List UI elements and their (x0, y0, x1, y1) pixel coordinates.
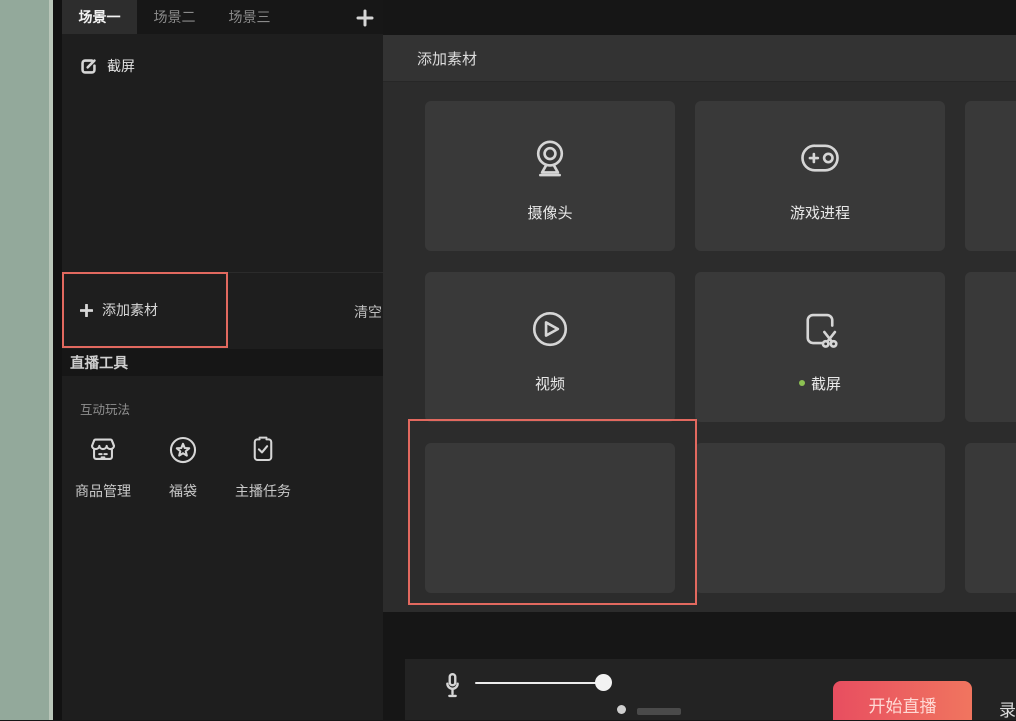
material-card-partial[interactable] (965, 443, 1016, 593)
camera-icon (522, 130, 578, 186)
source-item-capture[interactable]: 截屏 (80, 56, 135, 76)
live-control-bar: 开始直播 录 (405, 659, 1016, 720)
card-label: 截屏 (811, 373, 841, 394)
tool-label: 主播任务 (235, 481, 291, 501)
mic-volume-slider[interactable] (475, 682, 611, 684)
material-card-camera[interactable]: 摄像头 (425, 101, 675, 251)
card-label: 视频 (535, 373, 565, 394)
desktop-background-strip (0, 0, 52, 720)
plus-icon (356, 9, 374, 27)
interactive-tools-row: 商品管理 福袋 主播任务 (75, 428, 291, 501)
tool-anchor-tasks[interactable]: 主播任务 (235, 428, 291, 501)
material-card-game-process[interactable]: 游戏进程 (695, 101, 945, 251)
dialog-title: 添加素材 (383, 35, 1016, 82)
gamepad-icon (792, 130, 848, 186)
source-item-label: 截屏 (107, 56, 135, 76)
add-scene-button[interactable] (355, 8, 375, 28)
highlight-box-add-material (62, 272, 228, 348)
shop-icon (81, 428, 125, 472)
tool-label: 福袋 (169, 481, 197, 501)
live-tools-header-label: 直播工具 (70, 352, 128, 373)
live-tools-header: 直播工具 (62, 349, 383, 376)
scene-sidebar: 场景一 场景二 场景三 截屏 添加素材 清空 直播工具 互动玩法 (62, 0, 383, 720)
scene-tab-bar: 场景一 场景二 场景三 (62, 0, 383, 34)
active-dot (799, 380, 805, 386)
star-icon (161, 428, 205, 472)
tab-scene-3[interactable]: 场景三 (212, 0, 287, 34)
record-button[interactable]: 录 (999, 696, 1016, 721)
material-card-ios-mirroring[interactable]: 投屏(iOS) (965, 272, 1016, 422)
start-live-button[interactable]: 开始直播 (833, 681, 972, 720)
tool-product-management[interactable]: 商品管理 (75, 428, 131, 501)
highlight-box-capture-card (408, 419, 697, 605)
tab-scene-2[interactable]: 场景二 (137, 0, 212, 34)
task-icon (241, 428, 285, 472)
material-card-video[interactable]: 视频 (425, 272, 675, 422)
capture-icon (792, 301, 848, 357)
material-card-window[interactable]: 窗口 (965, 101, 1016, 251)
tool-label: 商品管理 (75, 481, 131, 501)
crop-icon (80, 58, 97, 75)
tab-scene-1[interactable]: 场景一 (62, 0, 137, 34)
mic-volume-slider-knob[interactable] (595, 674, 612, 691)
partial-device-label (637, 708, 681, 715)
video-icon (522, 301, 578, 357)
tool-lucky-bag[interactable]: 福袋 (161, 428, 205, 501)
dialog-title-label: 添加素材 (417, 48, 477, 69)
material-card-partial[interactable] (695, 443, 945, 593)
material-card-capture[interactable]: 截屏 (695, 272, 945, 422)
clear-button[interactable]: 清空 (354, 302, 382, 322)
window-gap (53, 0, 62, 720)
card-label: 游戏进程 (790, 202, 850, 223)
card-label: 摄像头 (527, 202, 572, 223)
microphone-icon[interactable] (443, 671, 462, 701)
partial-device-icon (617, 705, 626, 714)
interactive-section-header: 互动玩法 (80, 399, 130, 418)
